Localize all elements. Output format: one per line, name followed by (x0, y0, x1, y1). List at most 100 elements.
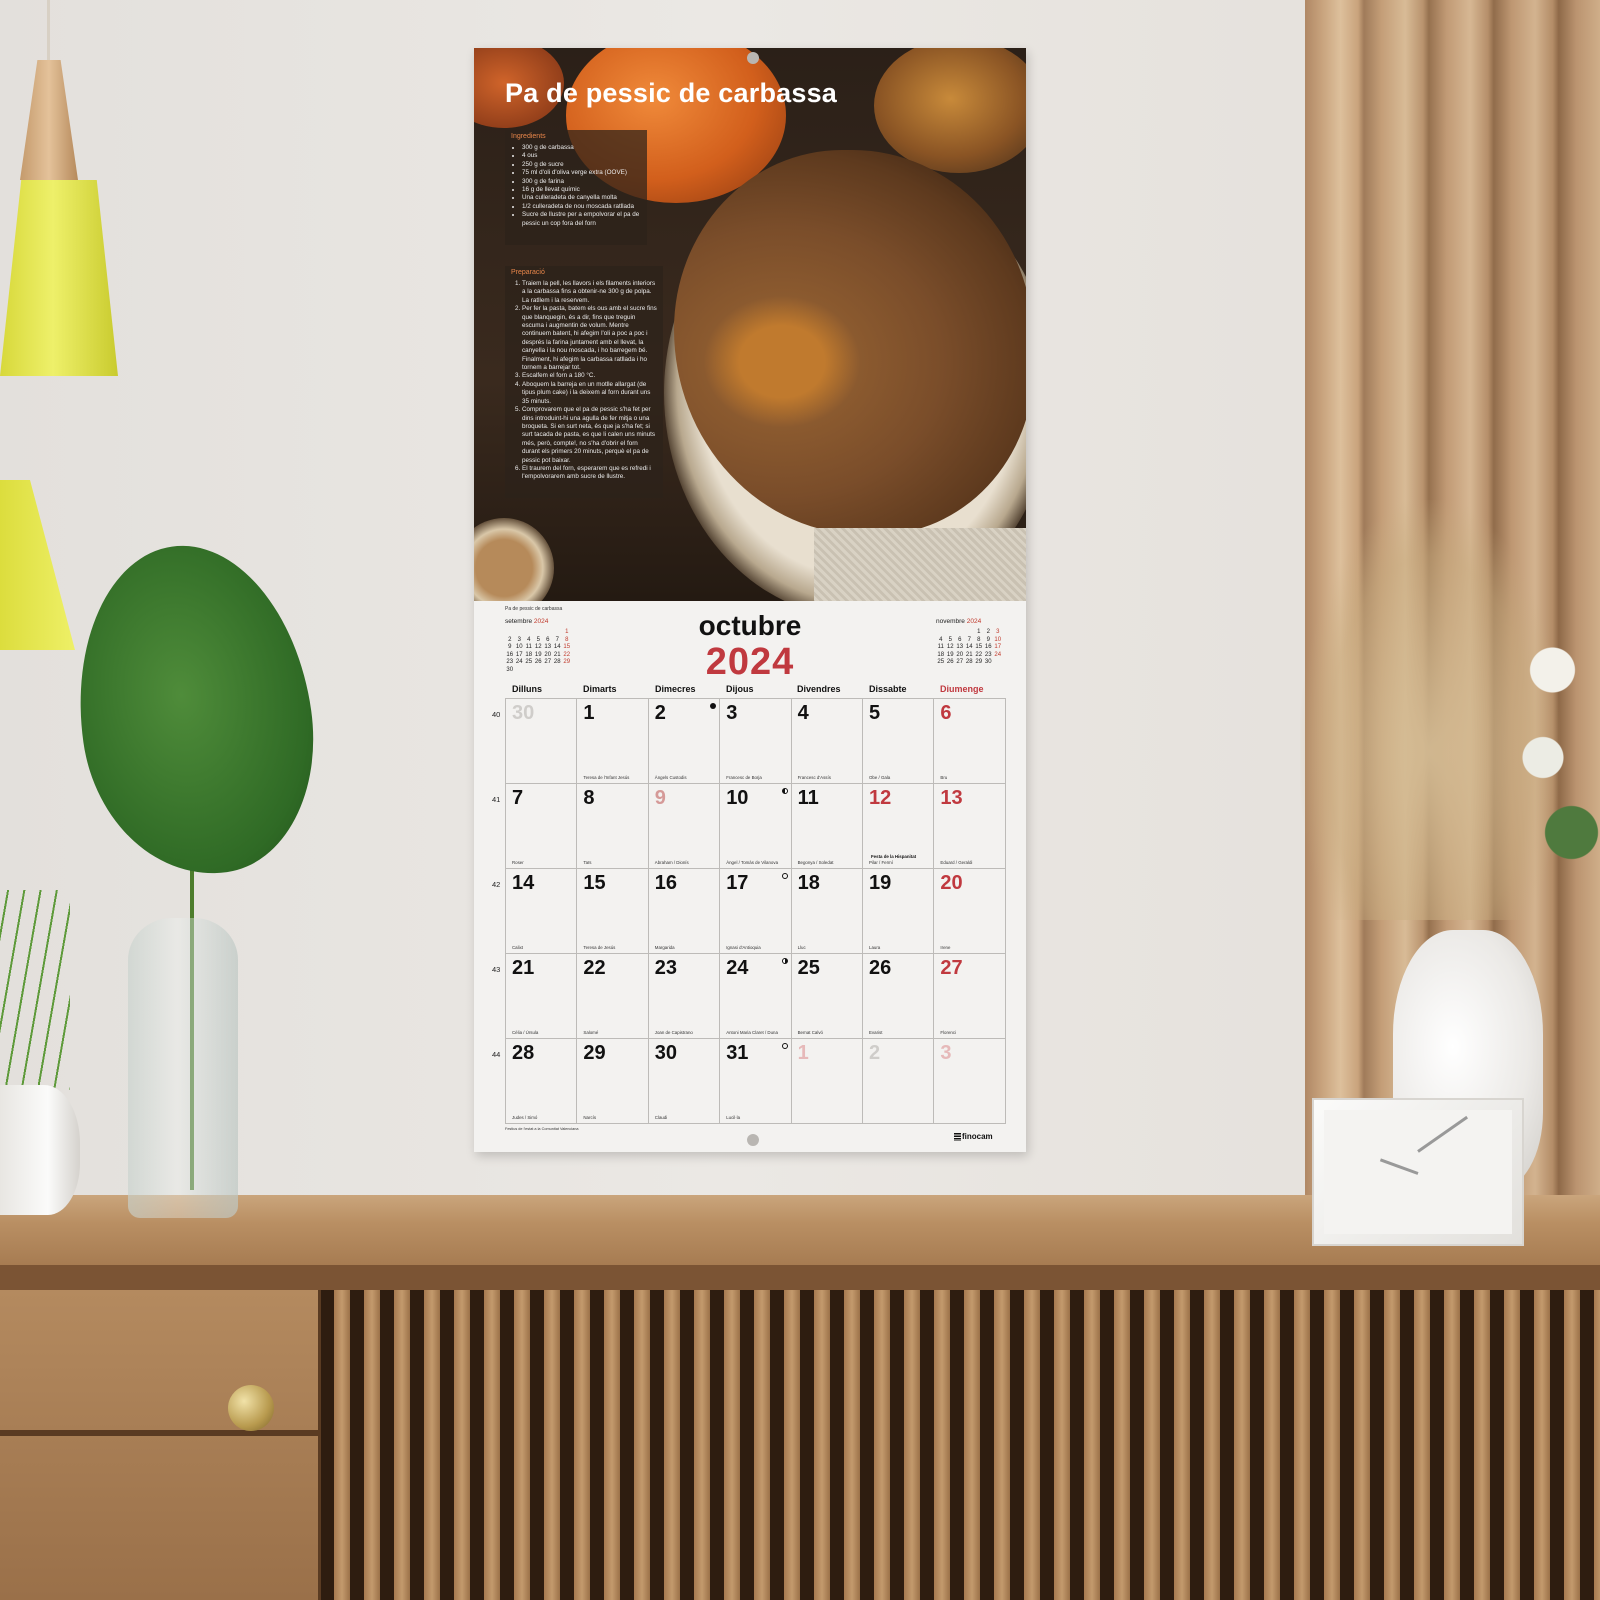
weekday-label: Dijous (726, 684, 754, 694)
day-cell: 30 (506, 699, 578, 784)
day-number: 3 (940, 1042, 952, 1064)
day-number: 21 (512, 957, 535, 979)
moon-phase-icon (710, 703, 717, 709)
month-name: octubre (698, 610, 802, 641)
day-number: 4 (797, 702, 809, 724)
drawer-divider (0, 1430, 318, 1436)
potted-grass (0, 890, 70, 1090)
saint-name: Taïs (583, 860, 592, 865)
recipe-title: Pa de pessic de carbassa (505, 78, 838, 108)
day-cell: 15 Teresa de Jesús (577, 869, 649, 954)
saint-name: Àngel / Tomàs de Vilanova (726, 860, 779, 865)
moon-phase-icon (781, 1043, 788, 1049)
day-cell: 1 (791, 1039, 863, 1124)
day-cell: 13 Eduard / Geraldi (934, 784, 1006, 869)
day-cell: 29 Narcís (577, 1039, 649, 1124)
preparation-step: Aboquem la barreja en un motlle allargat… (522, 381, 657, 406)
day-cell: 22 Salomé (577, 954, 649, 1039)
ingredient: 300 g de carbassa (522, 144, 641, 152)
saint-name: Teresa de Jesús (583, 945, 616, 950)
day-cell: 12 Festa de la Hispanitat Pilar / Fermí (863, 784, 935, 869)
weekday-label: Diumenge (940, 684, 984, 694)
day-number: 15 (583, 872, 606, 894)
day-number: 25 (797, 957, 820, 979)
saint-name: Calixt (512, 945, 523, 950)
week-number: 40 (492, 710, 501, 719)
saint-name: Lluc (797, 945, 806, 950)
day-number: 26 (869, 957, 892, 979)
preparation-step: Per fer la pasta, batem els ous amb el s… (522, 305, 657, 372)
saint-name: Francesc d'Assís (797, 775, 831, 780)
day-cell: 27 Florenci (934, 954, 1006, 1039)
holiday-label: Festa de la Hispanitat (871, 854, 917, 859)
white-pot (0, 1085, 80, 1215)
ingredient: 75 ml d'oli d'oliva verge extra (OOVE) (522, 169, 641, 177)
white-flowers (1505, 620, 1600, 870)
week-number: 43 (492, 965, 501, 974)
weekday-label: Dissabte (869, 684, 907, 694)
brand-name: finocam (962, 1132, 993, 1141)
day-cell: 16 Margarida (648, 869, 721, 954)
day-cell: 23 Joan de Capistrano (648, 954, 721, 1039)
day-number: 24 (726, 957, 749, 979)
month-grid: 30 1 Teresa de l'Infant Jesús 2 Àngels Custo… (505, 698, 1006, 1124)
ingredient: 250 g de sucre (522, 161, 641, 169)
day-number: 31 (726, 1042, 749, 1064)
preparation-box: Preparació Traiem la pell, les llavors i… (505, 266, 663, 498)
saint-name: Judes / Simó (512, 1115, 538, 1120)
saint-name: Narcís (583, 1115, 597, 1120)
ingredient: Una culleradeta de canyella molta (522, 194, 641, 202)
day-cell: 2 Àngels Custodis (648, 699, 721, 784)
saint-name: Francesc de Borja (726, 775, 762, 780)
day-number: 16 (654, 872, 678, 894)
day-number: 5 (869, 702, 881, 724)
day-cell: 11 Begonya / Soledat (791, 784, 863, 869)
day-number: 3 (726, 702, 738, 724)
saint-name: Bernat Calvó (797, 1030, 823, 1035)
drawer-knob (228, 1385, 274, 1431)
weekday-label: Dilluns (512, 684, 543, 694)
weekday-header: Dilluns Dimarts Dimecres Dijous Divendre… (505, 684, 1005, 698)
preparation-step: Traiem la pell, les llavors i els filame… (522, 280, 657, 305)
ingredient: 1/2 culleradeta de nou moscada ratllada (522, 203, 641, 211)
day-number: 2 (654, 702, 666, 724)
saint-name: Evarist (869, 1030, 883, 1035)
day-cell: 19 Laura (863, 869, 935, 954)
sideboard-slats (320, 1290, 1600, 1600)
ingredients-heading: Ingredients (511, 133, 546, 140)
ingredient: 300 g de farina (522, 178, 641, 186)
nut-bowl (474, 518, 554, 601)
hanging-hole (747, 1134, 759, 1146)
saint-name: Lucil·la (726, 1115, 741, 1120)
day-number: 23 (654, 957, 678, 979)
saint-name: Ignasi d'Antioquia (726, 945, 761, 950)
day-cell: 17 Ignasi d'Antioquia (720, 869, 792, 954)
week-number: 42 (492, 880, 501, 889)
day-number: 8 (583, 787, 595, 809)
month-year: 2024 (705, 641, 795, 683)
day-cell: 9 Abraham / Dionís (648, 784, 721, 869)
preparation-step: El traurem del forn, esperarem que es re… (522, 465, 657, 482)
day-cell: 3 (934, 1039, 1006, 1124)
preparation-steps: Traiem la pell, les llavors i els filame… (511, 280, 657, 482)
day-cell: 14 Calixt (506, 869, 578, 954)
preparation-step: Escalfem el forn a 180 °C. (522, 372, 657, 380)
day-number: 6 (940, 702, 952, 724)
lamp-cord (47, 0, 50, 60)
ingredient: 4 ous (522, 152, 641, 160)
day-cell: 30 Claudi (648, 1039, 721, 1124)
day-cell: 18 Lluc (791, 869, 863, 954)
recipe-photo: Pa de pessic de carbassa Ingredients 300… (474, 48, 1026, 601)
day-cell: 24 Antoni Maria Claret / Duna (720, 954, 792, 1039)
day-cell: 26 Evarist (863, 954, 935, 1039)
day-number: 7 (512, 787, 524, 809)
day-cell: 28 Judes / Simó (506, 1039, 578, 1124)
linen-cloth (814, 528, 1026, 601)
day-cell: 8 Taïs (577, 784, 649, 869)
day-number: 1 (583, 702, 595, 724)
preparation-step: Comprovarem que el pa de pessic s'ha fet… (522, 406, 657, 465)
ingredients-list: 300 g de carbassa 4 ous 250 g de sucre 7… (511, 144, 641, 228)
day-cell: 6 Bru (934, 699, 1006, 784)
saint-name: Pilar / Fermí (869, 860, 893, 865)
day-number: 12 (869, 787, 892, 809)
